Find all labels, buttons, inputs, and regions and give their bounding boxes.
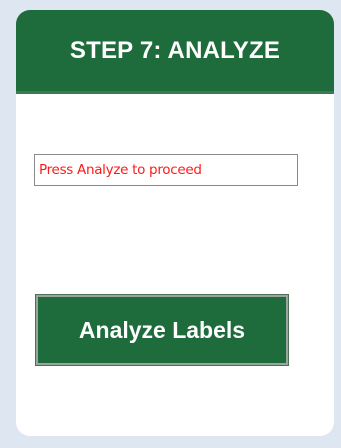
step-header: STEP 7: ANALYZE [16,10,334,94]
analyze-labels-button[interactable]: Analyze Labels [35,294,289,366]
step-panel: STEP 7: ANALYZE Press Analyze to proceed… [16,10,334,436]
status-message: Press Analyze to proceed [39,162,202,178]
analyze-labels-button-label: Analyze Labels [78,316,246,343]
status-field: Press Analyze to proceed [34,154,298,186]
step-title: STEP 7: ANALYZE [69,36,281,64]
